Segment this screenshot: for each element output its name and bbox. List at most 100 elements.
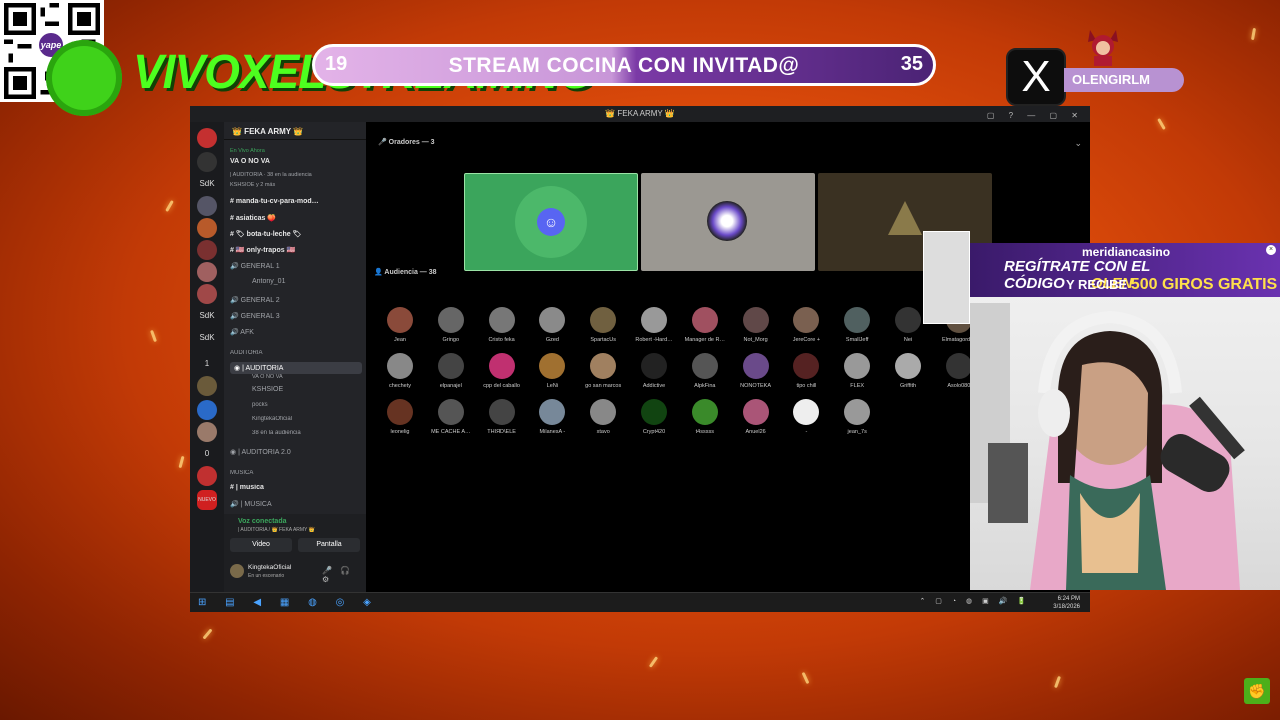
avatar (387, 353, 413, 379)
audience-member[interactable]: SpartacUs (579, 307, 627, 343)
audience-member[interactable]: AlpkFina (681, 353, 729, 389)
audience-member[interactable]: chechety (376, 353, 424, 389)
avatar (488, 353, 515, 379)
audience-member[interactable]: Gzed (528, 307, 576, 343)
server-icon[interactable] (197, 466, 217, 486)
audience-member[interactable]: Not_Morg (732, 307, 780, 343)
clock: 6:24 PM 3/18/2026 (1053, 596, 1080, 610)
audience-member[interactable]: Manager de R… (681, 307, 729, 343)
audience-member[interactable]: Gringo (427, 307, 475, 343)
avatar (590, 307, 617, 333)
stage-user: KSHSIOE (252, 386, 284, 393)
avatar (793, 307, 820, 333)
chevron-down-icon[interactable]: ⌄ (1074, 138, 1082, 149)
server-icon-sdk[interactable]: SdK (197, 306, 217, 326)
channel-item[interactable]: # manda-tu-cv-para-mod… (230, 198, 362, 205)
voice-channel-item[interactable]: 🔊 GENERAL 1 (230, 262, 362, 270)
audience-member[interactable]: elpanajel (427, 353, 475, 389)
user-controls[interactable]: 🎤 🎧 ⚙ (322, 566, 366, 584)
audience-member[interactable]: LeNi (528, 353, 576, 389)
channel-item[interactable]: # | musica (230, 484, 362, 491)
audience-name: go san marcos (585, 383, 622, 389)
channel-item[interactable]: # 🏷 bota-tu-leche 🏷 (230, 230, 362, 238)
server-icon[interactable] (197, 422, 217, 442)
server-icon[interactable] (197, 128, 217, 148)
avatar (437, 307, 464, 333)
audience-member[interactable]: Griffith (884, 353, 932, 389)
avatar (895, 307, 921, 333)
audience-member[interactable]: JereCore + (782, 307, 830, 343)
audience-member[interactable]: xtavo (579, 399, 627, 435)
audience-name: tipo chill (796, 383, 817, 389)
voice-channel-item[interactable]: 🔊 AFK (230, 328, 362, 336)
audience-member[interactable]: FLEX (833, 353, 881, 389)
server-icon-sdk[interactable]: SdK (197, 328, 217, 348)
server-icon[interactable] (197, 262, 217, 282)
audience-name: Gringo (442, 337, 460, 343)
avatar (691, 307, 718, 333)
audience-member[interactable]: tipo chill (782, 353, 830, 389)
stage-channel-selected[interactable]: ◉ | AUDITORIA (230, 362, 362, 374)
close-icon[interactable]: × (1266, 245, 1276, 255)
voice-channel-item[interactable]: 🔊 GENERAL 2 (230, 296, 362, 304)
server-icon[interactable] (197, 218, 217, 238)
tray-icons[interactable]: ⌃ ▢ ◔ ◍ ▣ 🔊 🔋 (919, 597, 1030, 605)
avatar (691, 353, 718, 379)
ember (150, 329, 157, 343)
audience-member[interactable]: jean_7s (833, 399, 881, 435)
audience-member[interactable]: Jean (376, 307, 424, 343)
voice-panel: Voz conectada | AUDITORIA / 👑 FEKA ARMY … (224, 514, 366, 596)
audience-member[interactable]: go san marcos (579, 353, 627, 389)
taskbar-icons[interactable]: ⊞ ▤ ◀ ▦ ◍ ◎ ◈ (198, 597, 379, 608)
category-label[interactable]: MÚSICA (230, 470, 362, 476)
server-icon-number[interactable]: 0 (197, 444, 217, 464)
server-name[interactable]: 👑 FEKA ARMY 👑 (224, 122, 366, 140)
audience-member[interactable]: leonelig (376, 399, 424, 435)
audience-member[interactable]: t4sssss (681, 399, 729, 435)
audience-member[interactable]: cpp del caballo (478, 353, 526, 389)
avatar[interactable] (230, 564, 244, 578)
audience-member[interactable]: Anuel26 (732, 399, 780, 435)
server-icon[interactable] (197, 400, 217, 420)
server-icon[interactable] (197, 240, 217, 260)
server-icon[interactable] (197, 152, 217, 172)
audience-member[interactable]: Addictive (630, 353, 678, 389)
server-icon-number[interactable]: 1 (197, 354, 217, 374)
user-status: En un escenario (248, 573, 285, 579)
audience-member[interactable]: ÑOÑOTEKA (732, 353, 780, 389)
audience-member[interactable]: MilanesA - (528, 399, 576, 435)
casino-ad-banner: meridiancasino × REGÍTRATE CON EL CÓDIGO… (970, 243, 1280, 297)
new-badge[interactable]: NUEVO (197, 490, 217, 510)
audience-name: SpartacUs (590, 337, 617, 343)
audience-member[interactable]: - (782, 399, 830, 435)
audience-member[interactable]: Robert -Hard… (630, 307, 678, 343)
live-stage-title[interactable]: VA O NO VA (230, 158, 362, 165)
avatar (641, 399, 667, 425)
brand-logo-circle (46, 40, 122, 116)
server-icon-sdk[interactable]: SdK (197, 174, 217, 194)
cat-girl-avatar-icon (1088, 30, 1118, 66)
audience-name: Gzed (545, 337, 559, 343)
audience-member[interactable]: Crypt420 (630, 399, 678, 435)
discord-window: 👑 FEKA ARMY 👑 ▢ ? — ▢ ✕ SdK SdK SdK 1 0 … (190, 106, 1090, 612)
x-logo-icon: X (1006, 48, 1066, 106)
channel-item[interactable]: # asiaticas 🍑 (230, 214, 362, 222)
ember (648, 656, 659, 668)
video-button[interactable]: Video (230, 538, 292, 552)
server-icon[interactable] (197, 284, 217, 304)
screen-share-button[interactable]: Pantalla (298, 538, 360, 552)
audience-member[interactable]: SmallJeff (833, 307, 881, 343)
voice-channel-item[interactable]: 🔊 | MÚSICA (230, 500, 362, 508)
channel-item[interactable]: # 🇺🇸 only-trapos 🇺🇸 (230, 246, 362, 254)
avatar (844, 307, 871, 333)
server-icon[interactable] (197, 196, 217, 216)
stage-channel-item[interactable]: ◉ | AUDITORIA 2.0 (230, 448, 362, 456)
server-icon[interactable] (197, 376, 217, 396)
speaker-tile[interactable] (641, 173, 815, 271)
audience-member[interactable]: THIЯD\ELE (478, 399, 526, 435)
voice-channel-item[interactable]: 🔊 GENERAL 3 (230, 312, 362, 320)
category-label[interactable]: AUDITORIA (230, 350, 362, 356)
audience-member[interactable]: Cristo feka (478, 307, 526, 343)
audience-member[interactable]: ME CACHE A… (427, 399, 475, 435)
speaker-tile[interactable]: ☺ (464, 173, 638, 271)
